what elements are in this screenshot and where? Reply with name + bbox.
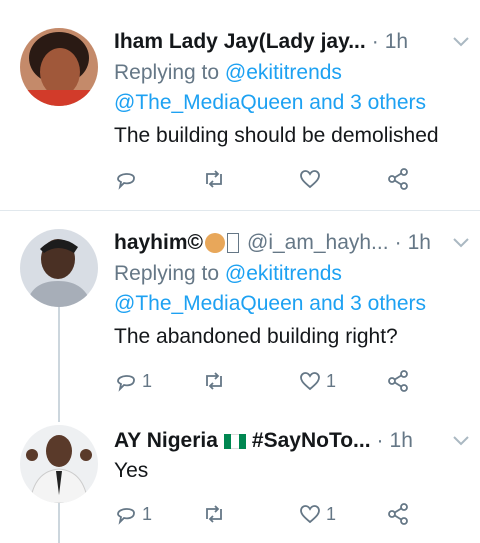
separator-dot: · xyxy=(371,30,379,53)
share-button[interactable] xyxy=(386,366,410,396)
retweet-icon xyxy=(206,170,222,188)
share-button[interactable] xyxy=(386,499,410,529)
reply-icon xyxy=(117,508,135,525)
tweet-3[interactable]: AY Nigeria #SayNoTo... · 1h Yes 1 1 xyxy=(0,411,480,543)
tweet-1[interactable]: Iham Lady Jay(Lady jay... · 1h Replying … xyxy=(0,0,480,210)
like-count: 1 xyxy=(326,370,337,391)
avatar[interactable] xyxy=(20,229,98,307)
mention-others-link[interactable]: @The_MediaQueen and 3 others xyxy=(114,289,466,319)
tweet-actions xyxy=(114,164,424,194)
share-icon xyxy=(388,168,408,190)
retweet-button[interactable] xyxy=(202,366,226,396)
tweet-actions: 1 1 xyxy=(114,499,424,529)
separator-dot: · xyxy=(394,231,402,254)
display-name[interactable]: hayhim© xyxy=(114,231,203,255)
chevron-down-icon[interactable] xyxy=(452,33,470,51)
display-name-suffix[interactable]: #SayNoTo... xyxy=(252,429,371,453)
retweet-icon xyxy=(206,505,222,523)
retweet-button[interactable] xyxy=(202,164,226,194)
like-icon xyxy=(300,170,320,189)
reply-button[interactable]: 1 xyxy=(114,366,152,396)
separator-dot: · xyxy=(376,429,384,452)
reply-icon xyxy=(117,173,135,190)
share-icon xyxy=(388,503,408,525)
reply-count: 1 xyxy=(142,503,153,524)
chevron-down-icon[interactable] xyxy=(452,234,470,252)
mention-link[interactable]: @ekititrends xyxy=(225,262,342,285)
retweet-icon xyxy=(206,372,222,390)
tweet-header: hayhim© @i_am_hayh... · 1h xyxy=(114,229,466,257)
tweet-header: Iham Lady Jay(Lady jay... · 1h xyxy=(114,28,466,56)
reply-button[interactable]: 1 xyxy=(114,499,152,529)
avatar[interactable] xyxy=(20,28,98,106)
reply-count: 1 xyxy=(142,370,153,391)
thread-line xyxy=(58,503,60,543)
timestamp[interactable]: 1h xyxy=(385,30,408,54)
retweet-button[interactable] xyxy=(202,499,226,529)
tweet-text: Yes xyxy=(114,459,149,482)
tweet-actions: 1 1 xyxy=(114,366,424,396)
mention-others-link[interactable]: @The_MediaQueen and 3 others xyxy=(114,88,466,118)
avatar[interactable] xyxy=(20,425,98,503)
tweet-2[interactable]: hayhim© @i_am_hayh... · 1h Replying to @… xyxy=(0,211,480,422)
display-name[interactable]: Iham Lady Jay(Lady jay... xyxy=(114,30,366,54)
tweet-text: The building should be demolished xyxy=(114,124,439,147)
like-icon xyxy=(300,505,320,524)
thread-line xyxy=(58,307,60,422)
replying-to: Replying to @ekititrends xyxy=(114,61,342,84)
share-icon xyxy=(388,370,408,392)
chevron-down-icon[interactable] xyxy=(452,432,470,450)
like-icon xyxy=(300,372,320,391)
handle[interactable]: @i_am_hayh... xyxy=(247,231,389,255)
reply-button[interactable] xyxy=(114,164,142,194)
timestamp[interactable]: 1h xyxy=(408,231,431,255)
tweet-text: The abandoned building right? xyxy=(114,325,398,348)
missing-glyph-icon xyxy=(227,233,239,253)
display-name[interactable]: AY Nigeria xyxy=(114,429,218,453)
like-button[interactable]: 1 xyxy=(298,366,336,396)
replying-to: Replying to @ekititrends xyxy=(114,262,342,285)
like-count: 1 xyxy=(326,503,337,524)
share-button[interactable] xyxy=(386,164,410,194)
nigeria-flag-icon xyxy=(223,433,246,449)
mention-link[interactable]: @ekititrends xyxy=(225,61,342,84)
like-button[interactable]: 1 xyxy=(298,499,336,529)
reply-icon xyxy=(117,375,135,392)
like-button[interactable] xyxy=(298,164,326,194)
tweet-header: AY Nigeria #SayNoTo... · 1h xyxy=(114,427,466,455)
man-emoji-icon xyxy=(205,233,225,253)
timestamp[interactable]: 1h xyxy=(390,429,413,453)
